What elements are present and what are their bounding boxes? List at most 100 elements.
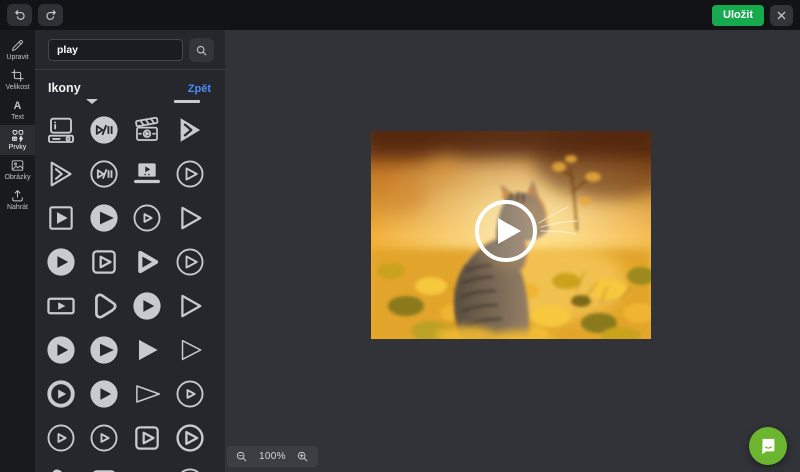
- icon-result-clapperboard-play[interactable]: [125, 108, 168, 152]
- sidebar-item-obrazky[interactable]: Obrázky: [0, 155, 35, 185]
- crop-icon: [10, 68, 25, 83]
- circle-play-cutout-icon: [88, 202, 120, 234]
- icon-result-circle-play-filled-2[interactable]: [39, 328, 82, 372]
- circle-play-outline-icon: [174, 158, 206, 190]
- square-play-filled-icon: [45, 202, 77, 234]
- play-angular-filled-icon: [174, 114, 206, 146]
- icon-result-triangle-play-long-outline[interactable]: [125, 372, 168, 416]
- triangle-play-outline-icon: [174, 202, 206, 234]
- chat-button[interactable]: [749, 427, 787, 465]
- icon-result-square-play-outline[interactable]: [125, 416, 168, 460]
- icon-result-triangle-play-outline-large[interactable]: [168, 284, 211, 328]
- clapperboard-play-icon: [131, 114, 163, 146]
- icon-result-triangle-play-filled[interactable]: [125, 328, 168, 372]
- icon-result-circle-play-small-outline-2[interactable]: [168, 372, 211, 416]
- sidebar-item-velikost[interactable]: Velikost: [0, 65, 35, 95]
- sidebar-item-text[interactable]: Text: [0, 95, 35, 125]
- icon-result-play-badge[interactable]: [125, 460, 168, 472]
- icon-result-circle-play-small-outline[interactable]: [125, 196, 168, 240]
- canvas[interactable]: 100%: [225, 30, 800, 472]
- circle-play-double-outline-icon: [174, 422, 206, 454]
- circle-play-outline-3-icon: [88, 422, 120, 454]
- zoom-out-button[interactable]: [235, 450, 249, 464]
- undo-icon: [13, 8, 27, 22]
- icon-result-square-play-partial[interactable]: [82, 460, 125, 472]
- icon-result-play-pause-circle-outline[interactable]: [82, 152, 125, 196]
- circle-play-filled-2-icon: [45, 334, 77, 366]
- editor-app: Uložit Upravit Velikost Text Prvky Obrázky Na…: [0, 0, 800, 472]
- icon-result-square-play-filled[interactable]: [39, 196, 82, 240]
- partial-icon-top: [174, 100, 200, 103]
- icon-result-circle-play-outline-3[interactable]: [82, 416, 125, 460]
- icon-result-circle-play-filled-3[interactable]: [82, 328, 125, 372]
- icon-result-circle-play-outline[interactable]: [168, 152, 211, 196]
- icon-result-circle-play-cutout[interactable]: [82, 196, 125, 240]
- ring-play-thick-icon: [45, 378, 77, 410]
- save-button[interactable]: Uložit: [712, 4, 764, 26]
- play-triangle-icon: [498, 218, 521, 244]
- chat-bubble-icon: [762, 438, 775, 455]
- redo-button[interactable]: [38, 4, 63, 26]
- desktop-play-icon: [45, 114, 77, 146]
- pencil-icon: [10, 38, 25, 53]
- search-button[interactable]: [189, 38, 214, 62]
- sidebar-item-prvky[interactable]: Prvky: [0, 125, 35, 155]
- topbar: Uložit: [0, 0, 800, 30]
- play-pause-circle-filled-icon: [88, 114, 120, 146]
- sidebar: Upravit Velikost Text Prvky Obrázky Nahrát: [0, 30, 35, 472]
- sidebar-item-label: Text: [11, 114, 24, 121]
- icon-result-circle-play-partial[interactable]: [168, 460, 211, 472]
- image-icon: [10, 158, 25, 173]
- play-angular-outline-icon: [45, 158, 77, 190]
- icon-result-circle-play-filled[interactable]: [125, 284, 168, 328]
- video-frame-play-icon: [45, 290, 77, 322]
- icon-result-laptop-play[interactable]: [125, 152, 168, 196]
- triangle-play-filled-icon: [131, 334, 163, 366]
- play-button-icon[interactable]: [475, 200, 537, 262]
- icon-result-circle-play-filled-notch[interactable]: [39, 240, 82, 284]
- circle-play-partial-icon: [174, 466, 206, 472]
- sidebar-item-upravit[interactable]: Upravit: [0, 35, 35, 65]
- icon-result-play-angular-filled[interactable]: [168, 108, 211, 152]
- undo-button[interactable]: [7, 4, 32, 26]
- search-input[interactable]: [48, 39, 183, 61]
- play-badge-icon: [131, 466, 163, 472]
- circle-play-outline-2-icon: [45, 422, 77, 454]
- panel-title: Ikony: [48, 81, 81, 95]
- zoom-out-icon: [235, 450, 248, 463]
- icon-result-circle-play-outline-2[interactable]: [39, 416, 82, 460]
- icon-result-play-pause-circle-filled[interactable]: [82, 108, 125, 152]
- zoom-in-button[interactable]: [296, 450, 310, 464]
- play-pause-circle-outline-icon: [88, 158, 120, 190]
- sidebar-item-nahrat[interactable]: Nahrát: [0, 185, 35, 215]
- video-thumbnail-image[interactable]: [371, 131, 651, 339]
- sidebar-item-label: Prvky: [8, 144, 27, 151]
- icon-result-play-angular-outline[interactable]: [39, 152, 82, 196]
- icon-result-swoosh-partial[interactable]: [39, 460, 82, 472]
- back-link[interactable]: Zpět: [188, 83, 211, 95]
- upload-icon: [10, 188, 25, 203]
- icon-result-circle-play-ring-outline[interactable]: [168, 240, 211, 284]
- scrolled-icon-row: [35, 95, 225, 108]
- icon-result-triangle-play-outline-thin[interactable]: [168, 328, 211, 372]
- icon-result-circle-play-double-outline[interactable]: [168, 416, 211, 460]
- icon-result-triangle-thick-rounded[interactable]: [125, 240, 168, 284]
- elements-icon: [10, 128, 25, 143]
- elements-panel: Ikony Zpět: [35, 30, 225, 472]
- icon-result-triangle-play-outline[interactable]: [168, 196, 211, 240]
- icon-result-video-frame-play[interactable]: [39, 284, 82, 328]
- icon-result-circle-play-filled-4[interactable]: [82, 372, 125, 416]
- close-button[interactable]: [770, 4, 793, 26]
- sidebar-item-label: Velikost: [5, 84, 30, 91]
- square-play-outline-icon: [131, 422, 163, 454]
- zoom-in-icon: [296, 450, 309, 463]
- circle-play-filled-icon: [131, 290, 163, 322]
- triangle-thick-rounded-icon: [131, 246, 163, 278]
- circle-play-ring-outline-icon: [174, 246, 206, 278]
- icon-result-rounded-square-play-outline[interactable]: [82, 240, 125, 284]
- icon-result-triangle-swoosh-outline[interactable]: [82, 284, 125, 328]
- circle-play-filled-notch-icon: [45, 246, 77, 278]
- icon-result-ring-play-thick[interactable]: [39, 372, 82, 416]
- icon-result-desktop-play[interactable]: [39, 108, 82, 152]
- circle-play-filled-3-icon: [88, 334, 120, 366]
